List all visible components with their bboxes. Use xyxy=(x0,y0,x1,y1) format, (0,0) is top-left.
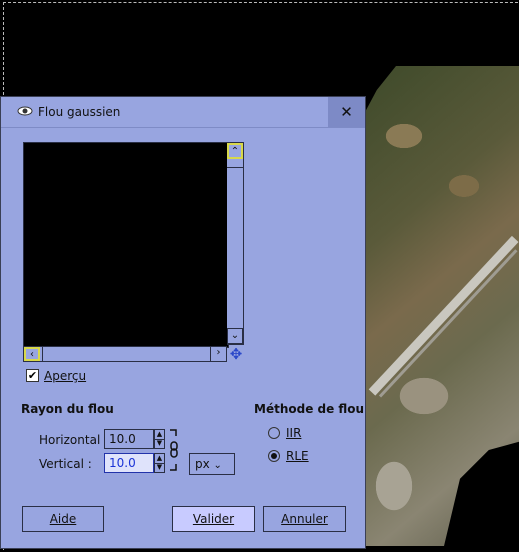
scroll-up-icon[interactable]: ⌃ xyxy=(227,143,243,159)
eye-icon xyxy=(17,105,33,117)
scroll-left-icon[interactable]: ‹ xyxy=(24,347,40,361)
decrement-icon[interactable]: ▼ xyxy=(155,439,164,448)
blur-radius-heading: Rayon du flou xyxy=(21,402,114,416)
horizontal-label: Horizontal : xyxy=(39,433,109,447)
dialog-titlebar[interactable]: Flou gaussien ✕ xyxy=(1,97,365,128)
preview-checkbox-label[interactable]: Aperçu xyxy=(44,369,86,383)
radio-iir[interactable] xyxy=(268,427,280,439)
unit-dropdown[interactable]: px ⌄ xyxy=(189,453,235,475)
scroll-right-icon[interactable]: › xyxy=(210,347,226,361)
vertical-stepper[interactable]: ▲ ▼ xyxy=(154,453,165,473)
preview-horizontal-scrollbar[interactable]: ‹ › xyxy=(23,346,227,362)
dialog-title: Flou gaussien xyxy=(38,105,121,119)
preview-area[interactable] xyxy=(23,142,229,348)
navigate-move-icon[interactable]: ✥ xyxy=(228,346,244,362)
chevron-down-icon: ⌄ xyxy=(213,460,222,471)
close-button[interactable]: ✕ xyxy=(328,97,365,127)
cancel-button[interactable]: Annuler xyxy=(263,506,346,532)
scroll-track-divider xyxy=(42,347,43,361)
radio-rle-label[interactable]: RLE xyxy=(286,449,309,463)
scroll-track-divider xyxy=(227,167,243,168)
preview-vertical-scrollbar[interactable]: ⌃ ⌄ xyxy=(227,142,244,345)
vertical-input[interactable]: 10.0 xyxy=(104,453,154,473)
blur-method-heading: Méthode de flou xyxy=(254,402,365,416)
chain-link-icon[interactable] xyxy=(168,428,180,474)
decrement-icon[interactable]: ▼ xyxy=(155,463,164,472)
help-button[interactable]: Aide xyxy=(22,506,104,532)
horizontal-input[interactable]: 10.0 xyxy=(104,429,154,449)
vertical-label: Vertical : xyxy=(39,457,92,471)
preview-checkbox[interactable]: ✔ xyxy=(26,369,39,382)
radio-iir-label[interactable]: IIR xyxy=(286,426,301,440)
horizontal-stepper[interactable]: ▲ ▼ xyxy=(154,429,165,449)
ok-button[interactable]: Valider xyxy=(172,506,255,532)
scroll-down-icon[interactable]: ⌄ xyxy=(227,328,243,344)
radio-rle[interactable] xyxy=(268,450,280,462)
gaussian-blur-dialog: Flou gaussien ✕ ⌃ ⌄ ‹ › ✥ ✔ Aperçu Rayon… xyxy=(0,96,366,549)
